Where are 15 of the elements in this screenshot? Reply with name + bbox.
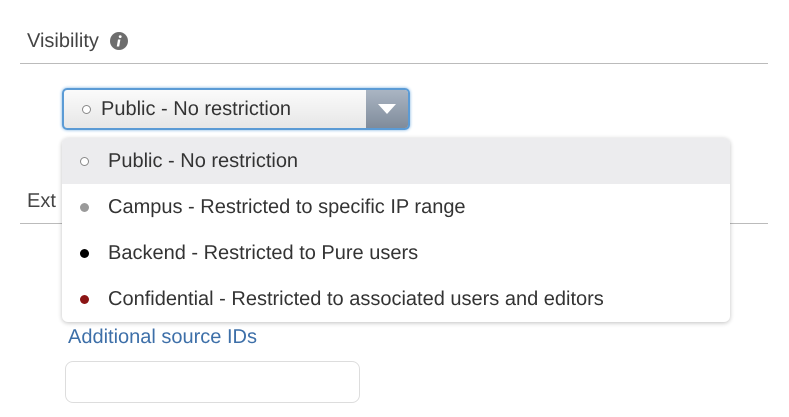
- option-label: Confidential - Restricted to associated users and editors: [108, 288, 604, 310]
- visibility-select[interactable]: Public - No restriction: [62, 88, 410, 130]
- menu-option[interactable]: Campus - Restricted to specific IP range: [62, 184, 730, 230]
- additional-ids-link[interactable]: Additional source IDs: [68, 326, 257, 349]
- option-label: Backend - Restricted to Pure users: [108, 242, 418, 264]
- section-title: Ext: [27, 190, 56, 213]
- option-label: Campus - Restricted to specific IP range: [108, 196, 466, 218]
- caret-icon: [378, 104, 396, 114]
- menu-option[interactable]: Backend - Restricted to Pure users: [62, 230, 730, 276]
- menu-option[interactable]: Public - No restriction: [62, 138, 730, 184]
- option-label: Public - No restriction: [108, 150, 298, 172]
- input-field[interactable]: [65, 361, 360, 403]
- menu-option[interactable]: Confidential - Restricted to associated users and editors: [62, 276, 730, 322]
- info-icon[interactable]: [108, 31, 129, 51]
- section-title: Visibility: [27, 30, 99, 52]
